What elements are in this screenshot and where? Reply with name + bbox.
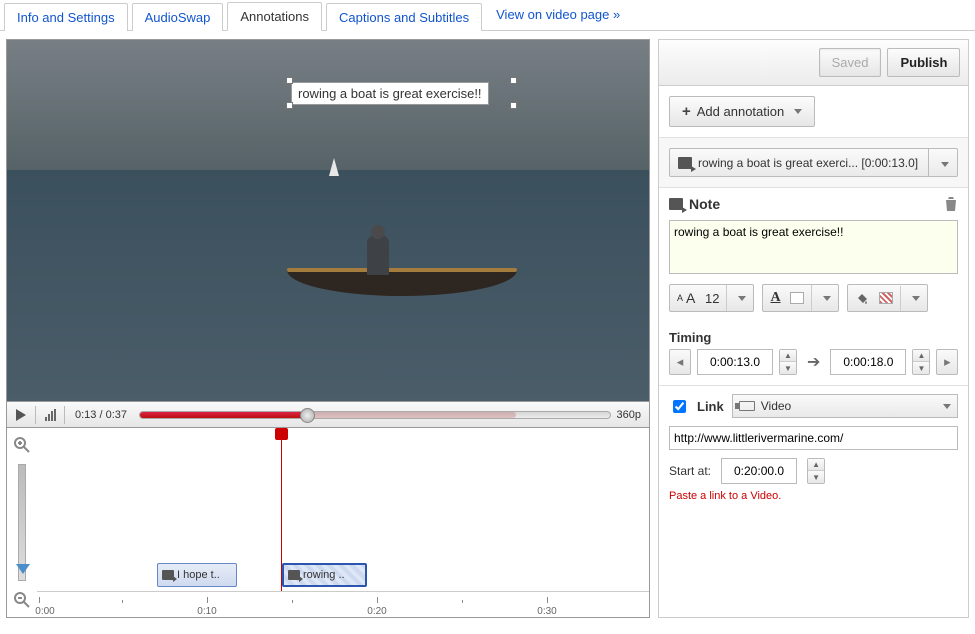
tab-audioswap[interactable]: AudioSwap bbox=[132, 3, 224, 31]
timeline-clip[interactable]: I hope t.. bbox=[157, 563, 237, 587]
tab-info-settings[interactable]: Info and Settings bbox=[4, 3, 128, 31]
clip-label: rowing .. bbox=[303, 569, 345, 581]
zoom-thumb[interactable] bbox=[16, 564, 30, 574]
note-heading: Note bbox=[689, 196, 720, 212]
play-button[interactable] bbox=[11, 405, 31, 425]
paint-bucket-icon bbox=[855, 291, 869, 305]
volume-icon bbox=[45, 409, 56, 421]
zoom-slider[interactable] bbox=[18, 464, 26, 581]
note-icon bbox=[669, 198, 683, 210]
chevron-down-icon bbox=[941, 162, 949, 167]
plus-icon: + bbox=[682, 103, 691, 120]
note-icon bbox=[678, 157, 692, 169]
bg-color-tool[interactable] bbox=[847, 284, 928, 312]
publish-button[interactable]: Publish bbox=[887, 48, 960, 77]
resize-handle-tr[interactable] bbox=[510, 77, 517, 84]
link-url-input[interactable] bbox=[669, 426, 958, 450]
time-display: 0:13 / 0:37 bbox=[75, 409, 127, 421]
link-label: Link bbox=[697, 399, 724, 414]
view-on-video-page-link[interactable]: View on video page » bbox=[486, 0, 630, 30]
zoom-out-icon[interactable] bbox=[13, 591, 31, 609]
text-color-icon: A bbox=[770, 290, 780, 306]
add-annotation-button[interactable]: + Add annotation bbox=[669, 96, 815, 127]
chevron-down-icon bbox=[943, 404, 951, 409]
chevron-down-icon bbox=[794, 109, 802, 114]
timing-end-input[interactable] bbox=[830, 349, 906, 375]
quality-label[interactable]: 360p bbox=[617, 409, 641, 421]
timeline-clip-selected[interactable]: rowing .. bbox=[282, 563, 367, 587]
volume-button[interactable] bbox=[40, 405, 60, 425]
font-size-tool[interactable]: AA 12 bbox=[669, 284, 754, 312]
start-at-label: Start at: bbox=[669, 464, 711, 478]
link-checkbox[interactable] bbox=[673, 400, 686, 413]
tab-annotations[interactable]: Annotations bbox=[227, 2, 322, 31]
timing-start-input[interactable] bbox=[697, 349, 773, 375]
timing-start-stepper[interactable]: ▲▼ bbox=[779, 349, 797, 375]
link-type-value: Video bbox=[761, 399, 791, 413]
timeline-track[interactable]: I hope t.. rowing .. 0:00 0:10 0:20 0:30 bbox=[37, 428, 649, 617]
timing-prev-button[interactable]: ◂ bbox=[669, 349, 691, 375]
time-ruler: 0:00 0:10 0:20 0:30 bbox=[37, 591, 649, 617]
trash-icon[interactable] bbox=[944, 196, 958, 212]
play-icon bbox=[16, 409, 26, 421]
resize-handle-br[interactable] bbox=[510, 102, 517, 109]
chevron-down-icon bbox=[912, 296, 920, 301]
add-annotation-label: Add annotation bbox=[697, 104, 784, 119]
saved-button: Saved bbox=[819, 48, 882, 77]
link-hint: Paste a link to a Video. bbox=[659, 490, 968, 516]
timing-next-button[interactable]: ▸ bbox=[936, 349, 958, 375]
start-at-input[interactable] bbox=[721, 458, 797, 484]
tab-captions[interactable]: Captions and Subtitles bbox=[326, 3, 482, 31]
start-at-stepper[interactable]: ▲▼ bbox=[807, 458, 825, 484]
note-icon bbox=[288, 570, 300, 580]
chevron-down-icon bbox=[738, 296, 746, 301]
video-preview[interactable]: rowing a boat is great exercise!! bbox=[6, 39, 650, 402]
arrow-right-icon: ➔ bbox=[807, 352, 820, 372]
timing-end-stepper[interactable]: ▲▼ bbox=[912, 349, 930, 375]
annotation-selector[interactable]: rowing a boat is great exerci... [0:00:1… bbox=[669, 148, 958, 177]
font-size-value: 12 bbox=[705, 291, 719, 306]
font-color-tool[interactable]: A bbox=[762, 284, 839, 312]
clip-label: I hope t.. bbox=[177, 569, 220, 581]
annotation-selector-label: rowing a boat is great exerci... [0:00:1… bbox=[698, 156, 918, 170]
annotation-text-input[interactable] bbox=[669, 220, 958, 274]
chevron-down-icon bbox=[823, 296, 831, 301]
timing-heading: Timing bbox=[659, 322, 968, 349]
zoom-in-icon[interactable] bbox=[13, 436, 31, 454]
resize-handle-bl[interactable] bbox=[286, 102, 293, 109]
progress-thumb[interactable] bbox=[300, 408, 315, 423]
resize-handle-tl[interactable] bbox=[286, 77, 293, 84]
video-icon bbox=[739, 401, 755, 411]
annotation-selector-toggle[interactable] bbox=[928, 149, 957, 176]
note-icon bbox=[162, 570, 174, 580]
progress-bar[interactable] bbox=[139, 411, 611, 419]
annotation-overlay[interactable]: rowing a boat is great exercise!! bbox=[291, 82, 489, 105]
link-type-select[interactable]: Video bbox=[732, 394, 959, 418]
